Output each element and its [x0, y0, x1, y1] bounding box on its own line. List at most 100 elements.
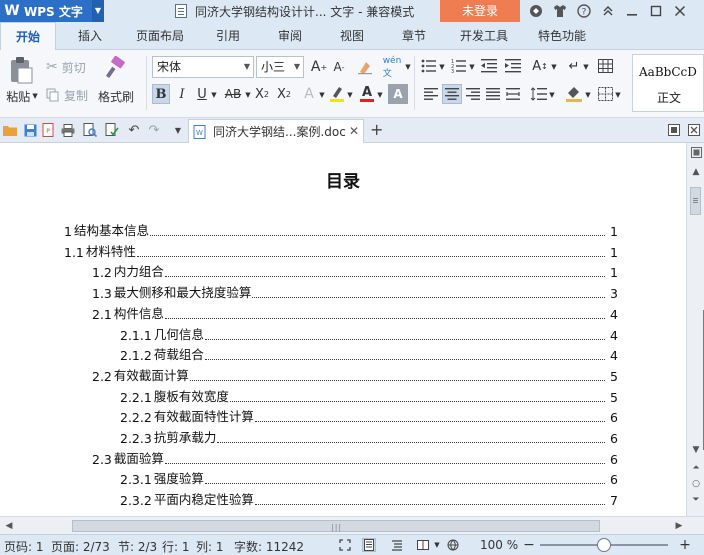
- increase-indent-icon[interactable]: [504, 56, 522, 76]
- line-spacing-dropdown-icon[interactable]: ▼: [548, 88, 556, 102]
- shrink-font-icon[interactable]: A-: [330, 56, 348, 78]
- horizontal-scrollbar[interactable]: ◀ ||| ▶: [0, 516, 704, 534]
- browse-object-icon[interactable]: ○: [689, 477, 703, 491]
- tab-start[interactable]: 开始: [0, 22, 56, 51]
- font-size-select[interactable]: 小三 ▼: [256, 56, 304, 78]
- zoom-slider-thumb[interactable]: [597, 538, 611, 552]
- full-screen-icon[interactable]: [338, 538, 352, 552]
- scroll-up-icon[interactable]: ▲: [689, 165, 703, 179]
- vertical-scroll-thumb[interactable]: [690, 187, 701, 215]
- format-painter-icon[interactable]: [102, 54, 130, 82]
- paste-button[interactable]: 粘贴 ▼: [2, 88, 42, 104]
- bullet-dropdown-icon[interactable]: ▼: [438, 60, 446, 74]
- line-spacing-icon[interactable]: [530, 84, 548, 104]
- customize-toolbar-icon[interactable]: ▼: [170, 122, 186, 138]
- web-layout-icon[interactable]: [446, 538, 460, 552]
- toc-entry[interactable]: 2.3.1 强度验算 6: [120, 469, 618, 487]
- zoom-in-icon[interactable]: +: [678, 537, 692, 553]
- scroll-right-icon[interactable]: ▶: [672, 519, 686, 533]
- tab-developer[interactable]: 开发工具: [452, 22, 516, 50]
- close-tab-icon[interactable]: ✕: [349, 124, 359, 138]
- superscript-button[interactable]: X2: [252, 84, 272, 104]
- highlight-dropdown-icon[interactable]: ▼: [346, 88, 354, 102]
- italic-button[interactable]: I: [174, 84, 190, 104]
- app-menu-dropdown-icon[interactable]: ▼: [92, 0, 104, 22]
- spell-check-icon[interactable]: [104, 122, 120, 138]
- toc-entry[interactable]: 2.1 构件信息 4: [92, 304, 618, 322]
- align-left-icon[interactable]: [422, 84, 440, 104]
- save-icon[interactable]: [22, 122, 38, 138]
- toc-entry[interactable]: 2.2 有效截面计算 5: [92, 366, 618, 384]
- cut-button[interactable]: ✂ 剪切: [46, 58, 86, 76]
- font-name-select[interactable]: 宋体 ▼: [152, 56, 254, 78]
- font-color-icon[interactable]: A: [358, 84, 376, 104]
- print-preview-icon[interactable]: [82, 122, 98, 138]
- collapse-ribbon-icon[interactable]: [596, 0, 620, 22]
- undo-icon[interactable]: ↶: [126, 122, 142, 138]
- toc-entry[interactable]: 2.3 截面验算 6: [92, 449, 618, 467]
- login-button[interactable]: 未登录: [440, 0, 520, 22]
- new-tab-icon[interactable]: +: [370, 120, 383, 139]
- status-column[interactable]: 列: 1: [196, 538, 224, 555]
- toc-entry[interactable]: 1.1 材料特性 1: [64, 242, 618, 260]
- toc-entry[interactable]: 1 结构基本信息 1: [64, 221, 618, 239]
- style-normal[interactable]: AaBbCcD 正文: [632, 54, 704, 112]
- numbered-dropdown-icon[interactable]: ▼: [468, 60, 476, 74]
- toc-entry[interactable]: 2.2.2 有效截面特性计算 6: [120, 407, 618, 425]
- outline-view-icon[interactable]: [390, 538, 404, 552]
- toc-entry[interactable]: 2.1.1 几何信息 4: [120, 325, 618, 343]
- clear-format-icon[interactable]: [356, 56, 374, 78]
- toc-entry[interactable]: 2.2.1 腹板有效宽度 5: [120, 387, 618, 405]
- tab-review[interactable]: 审阅: [268, 22, 312, 50]
- status-word-count[interactable]: 字数: 11242: [234, 538, 304, 555]
- subscript-button[interactable]: X2: [274, 84, 294, 104]
- app-menu-button[interactable]: W WPS 文字: [0, 0, 104, 22]
- next-page-icon[interactable]: ⏷: [689, 493, 703, 507]
- text-effect-icon[interactable]: A: [300, 84, 318, 104]
- view-dropdown-icon[interactable]: ▼: [430, 538, 444, 552]
- text-effect-dropdown-icon[interactable]: ▼: [318, 88, 326, 102]
- bold-button[interactable]: B: [152, 84, 170, 104]
- close-icon[interactable]: [668, 0, 692, 22]
- document-page[interactable]: 目录 1 结构基本信息 1 1.1 材料特性 1 1.2 内力组合 1 1.3 最大侧移和最大挠度验…: [0, 143, 686, 516]
- character-spacing-icon[interactable]: A ↕: [530, 56, 550, 76]
- paste-icon[interactable]: [4, 54, 38, 86]
- toc-entry[interactable]: 2.3.2 平面内稳定性验算 7: [120, 490, 618, 508]
- page-view-mode-icon[interactable]: [362, 538, 376, 552]
- marks-dropdown-icon[interactable]: ▼: [582, 60, 590, 74]
- underline-dropdown-icon[interactable]: ▼: [210, 88, 218, 102]
- minimize-icon[interactable]: [620, 0, 644, 22]
- align-center-icon[interactable]: [442, 84, 462, 104]
- character-shading-icon[interactable]: A: [388, 84, 408, 104]
- underline-button[interactable]: U: [194, 84, 210, 104]
- vertical-scrollbar[interactable]: ▲ ▼ ⏶ ○ ⏷: [686, 143, 704, 516]
- status-section[interactable]: 节: 2/3: [118, 538, 157, 555]
- table-grid-icon[interactable]: [596, 56, 614, 76]
- horizontal-scroll-thumb[interactable]: |||: [72, 520, 600, 532]
- status-row[interactable]: 行: 1: [162, 538, 190, 555]
- restore-window-icon[interactable]: [666, 122, 682, 138]
- border-dropdown-icon[interactable]: ▼: [614, 88, 622, 102]
- phonetic-dropdown-icon[interactable]: ▼: [404, 60, 412, 74]
- justify-icon[interactable]: [484, 84, 502, 104]
- skin-icon[interactable]: [548, 0, 572, 22]
- tab-chapter[interactable]: 章节: [392, 22, 436, 50]
- numbered-list-icon[interactable]: 123: [450, 56, 468, 76]
- feedback-icon[interactable]: [524, 0, 548, 22]
- toc-entry[interactable]: 1.3 最大侧移和最大挠度验算 3: [92, 283, 618, 301]
- scroll-down-icon[interactable]: ▼: [689, 443, 703, 457]
- open-folder-icon[interactable]: [2, 122, 18, 138]
- tab-references[interactable]: 引用: [206, 22, 250, 50]
- close-document-icon[interactable]: [686, 122, 702, 138]
- strikethrough-button[interactable]: AB: [222, 84, 244, 104]
- maximize-icon[interactable]: [644, 0, 668, 22]
- help-icon[interactable]: ?: [572, 0, 596, 22]
- shading-dropdown-icon[interactable]: ▼: [584, 88, 592, 102]
- highlight-icon[interactable]: [328, 84, 346, 104]
- tab-page-layout[interactable]: 页面布局: [128, 22, 192, 50]
- print-icon[interactable]: [60, 122, 76, 138]
- toc-entry[interactable]: 1.2 内力组合 1: [92, 262, 618, 280]
- reading-layout-icon[interactable]: [416, 538, 430, 552]
- border-icon[interactable]: [596, 84, 614, 104]
- align-right-icon[interactable]: [464, 84, 482, 104]
